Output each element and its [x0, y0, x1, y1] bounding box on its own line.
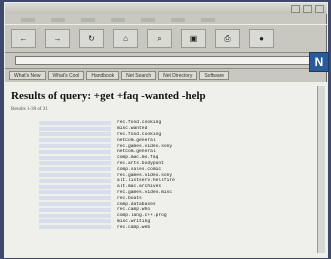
result-highlight	[39, 178, 111, 183]
menu-item[interactable]	[171, 17, 185, 22]
search-icon: ⌕	[157, 33, 162, 43]
minimize-button[interactable]	[291, 4, 300, 13]
result-highlight	[39, 184, 111, 189]
result-highlight	[39, 207, 111, 212]
reload-button[interactable]: ↻	[79, 29, 104, 48]
result-subject[interactable]: rec.camp.web	[117, 225, 187, 230]
result-subject[interactable]: rec.games.video.misc	[117, 190, 187, 195]
directory-button[interactable]: What's New	[9, 71, 46, 80]
search-button[interactable]: ⌕	[147, 29, 172, 48]
directory-button[interactable]: Handbook	[86, 71, 120, 80]
menu-item[interactable]	[111, 17, 125, 22]
result-row[interactable]: rec.camp.web	[11, 224, 321, 230]
result-subject[interactable]: comp.lang.c++.prog	[117, 213, 187, 218]
browser-window: ← → ↻ ⌂ ⌕ ▣ ⎙ ● What's New What's Cool Handbook Ne…	[4, 2, 328, 258]
vertical-scrollbar[interactable]	[317, 86, 325, 253]
forward-button[interactable]: →	[45, 29, 70, 48]
images-icon: ▣	[189, 33, 198, 43]
result-highlight	[39, 225, 111, 230]
result-highlight	[39, 161, 111, 166]
directory-button[interactable]: Net Search	[121, 71, 157, 80]
result-highlight	[39, 149, 111, 154]
menu-bar	[5, 14, 327, 24]
stop-icon: ●	[259, 33, 264, 43]
directory-button[interactable]: Net Directory	[158, 71, 198, 80]
result-subject[interactable]: rec.games.video.sony	[117, 173, 187, 178]
result-subject[interactable]: rec.arts.bodypunt	[117, 161, 187, 166]
stop-button[interactable]: ●	[249, 29, 274, 48]
result-highlight	[39, 213, 111, 218]
result-subject[interactable]: misc.wanted	[117, 126, 187, 131]
result-highlight	[39, 126, 111, 131]
reload-icon: ↻	[88, 33, 95, 43]
result-subject[interactable]: comp.mac.ms.faq	[117, 155, 187, 160]
result-subject[interactable]: rec.boats	[117, 196, 187, 201]
home-button[interactable]: ⌂	[113, 29, 138, 48]
result-subject[interactable]: netcom.general	[117, 149, 187, 154]
result-subject[interactable]: alt.mac.archives	[117, 184, 187, 189]
result-highlight	[39, 202, 111, 207]
page-title: Results of query: +get +faq -wanted -hel…	[11, 90, 206, 102]
result-highlight	[39, 120, 111, 125]
results-list: rec.food.cooking misc.wanted rec.food.cook…	[11, 120, 321, 230]
menu-item[interactable]	[51, 17, 65, 22]
page-content: Results of query: +get +faq -wanted -hel…	[5, 82, 327, 257]
result-subject[interactable]: rec.camp.who	[117, 207, 187, 212]
result-subject[interactable]: rec.games.video.sony	[117, 144, 187, 149]
directory-button[interactable]: Software	[199, 71, 230, 80]
menu-item[interactable]	[81, 17, 95, 22]
close-button[interactable]	[315, 4, 324, 13]
result-highlight	[39, 167, 111, 172]
print-button[interactable]: ⎙	[215, 29, 240, 48]
result-highlight	[39, 132, 111, 137]
home-icon: ⌂	[123, 33, 128, 43]
result-highlight	[39, 219, 111, 224]
menu-item[interactable]	[201, 17, 215, 22]
maximize-button[interactable]	[303, 4, 312, 13]
result-highlight	[39, 173, 111, 178]
netscape-logo-icon[interactable]: N	[309, 52, 329, 72]
result-highlight	[39, 190, 111, 195]
result-subject[interactable]: rec.food.cooking	[117, 120, 187, 125]
result-subject[interactable]: misc.writing	[117, 219, 187, 224]
toolbar: ← → ↻ ⌂ ⌕ ▣ ⎙ ●	[5, 24, 327, 53]
images-button[interactable]: ▣	[181, 29, 206, 48]
back-button[interactable]: ←	[11, 29, 36, 48]
directory-button[interactable]: What's Cool	[47, 71, 85, 80]
result-highlight	[39, 144, 111, 149]
result-subject[interactable]: alt.listserv.hellfire	[117, 178, 187, 183]
result-highlight	[39, 155, 111, 160]
result-highlight	[39, 138, 111, 143]
results-summary: Results 1-30 of 31	[11, 107, 48, 112]
location-bar	[5, 53, 327, 69]
url-input[interactable]	[15, 56, 321, 65]
title-bar	[5, 3, 327, 14]
window-controls	[291, 4, 324, 13]
back-icon: ←	[19, 33, 28, 43]
result-subject[interactable]: comp.sales.comic	[117, 167, 187, 172]
result-subject[interactable]: comp.databases	[117, 202, 187, 207]
result-subject[interactable]: netcom.general	[117, 138, 187, 143]
print-icon: ⎙	[224, 33, 231, 43]
forward-icon: →	[53, 33, 62, 43]
result-highlight	[39, 196, 111, 201]
menu-item[interactable]	[21, 17, 35, 22]
directory-buttons-bar: What's New What's Cool Handbook Net Search N…	[5, 69, 327, 83]
result-subject[interactable]: rec.food.cooking	[117, 132, 187, 137]
menu-item[interactable]	[141, 17, 155, 22]
